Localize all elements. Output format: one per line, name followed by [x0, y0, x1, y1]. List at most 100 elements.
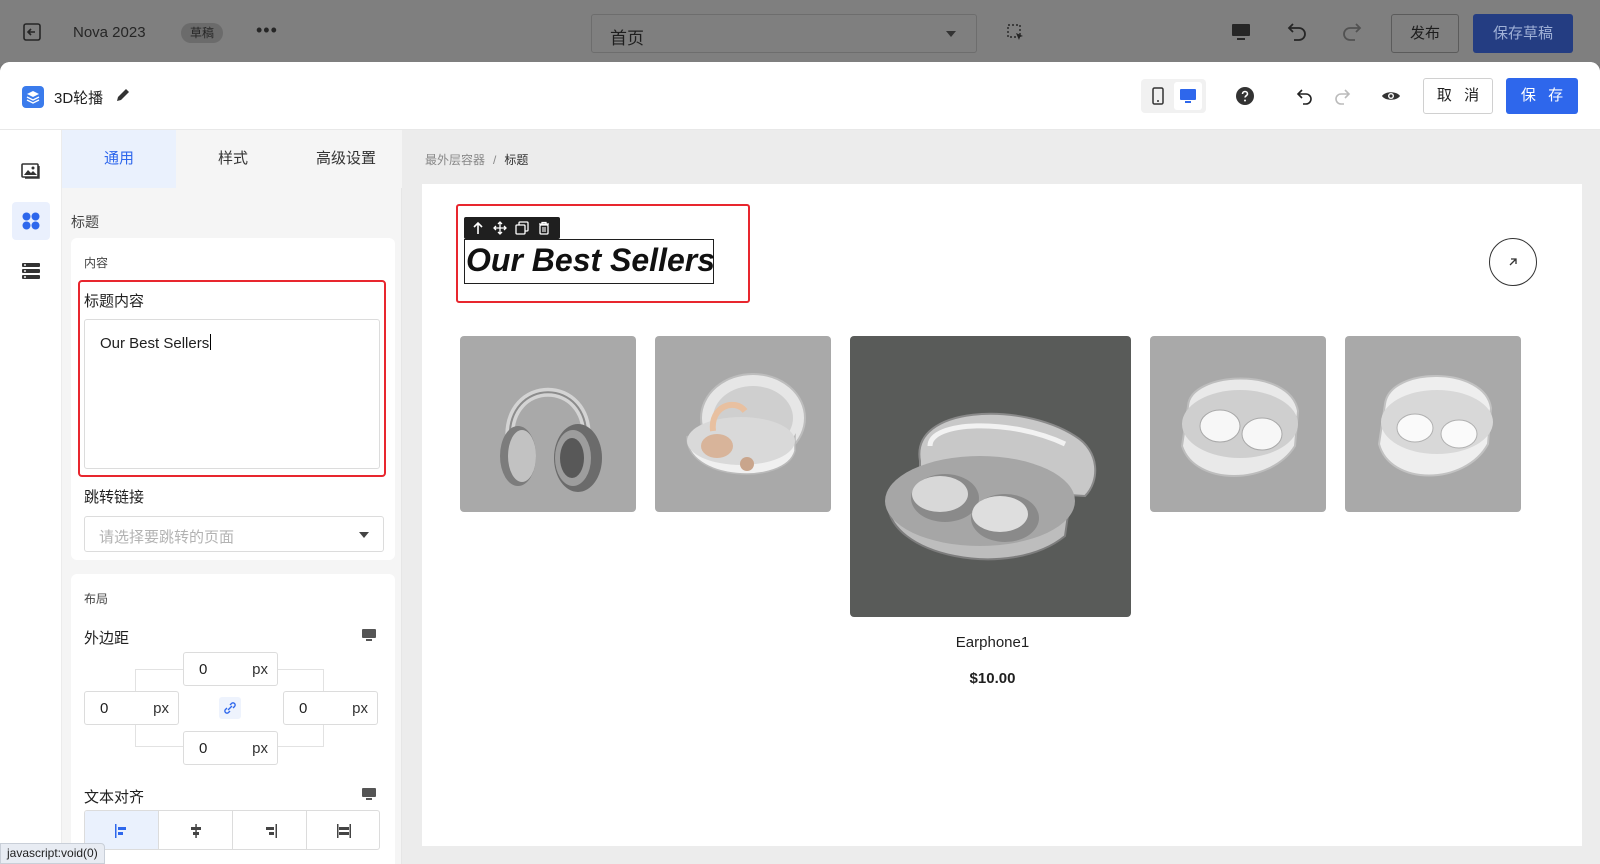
product-card-earbuds-white[interactable] [1150, 336, 1326, 512]
monitor-icon[interactable] [362, 788, 376, 801]
help-icon[interactable] [1236, 87, 1254, 105]
product-card-earbuds-silver[interactable] [1345, 336, 1521, 512]
section-heading[interactable]: Our Best Sellers [466, 242, 715, 279]
rail-item-images[interactable] [12, 152, 50, 190]
preview-eye-icon[interactable] [1381, 87, 1401, 105]
margin-bottom-unit: px [252, 740, 268, 757]
link-margins-icon[interactable] [219, 697, 241, 719]
product-card-earphone1[interactable] [850, 336, 1131, 617]
text-cursor [210, 334, 212, 350]
trash-icon[interactable] [537, 221, 551, 235]
align-justify-icon [337, 824, 351, 838]
chevron-down-icon [359, 532, 369, 538]
exit-icon[interactable] [22, 22, 42, 42]
chevron-down-icon [946, 31, 956, 37]
margin-left-value: 0 [100, 700, 109, 717]
desktop-icon [1180, 89, 1196, 103]
content-card: 内容 标题内容 Our Best Sellers 跳转链接 请选择要跳转的页面 [71, 238, 395, 560]
settings-panel: 通用 样式 高级设置 标题 内容 标题内容 Our Best Sellers 跳… [62, 130, 402, 864]
margin-right-unit: px [352, 700, 368, 717]
component-editor-modal: 3D轮播 取 消 保 存 通用 样式 高级设置 标题 内容 标题内容 Our B… [0, 62, 1600, 864]
align-center-icon [191, 824, 201, 838]
settings-tabs: 通用 样式 高级设置 [62, 130, 402, 188]
margin-label: 外边距 [84, 630, 130, 647]
breadcrumb-parent[interactable]: 最外层容器 [425, 153, 485, 167]
tab-style[interactable]: 样式 [176, 130, 290, 188]
rail-item-components[interactable] [12, 202, 50, 240]
save-draft-button[interactable]: 保存草稿 [1473, 14, 1573, 53]
drag-move-icon[interactable] [493, 221, 507, 235]
move-up-icon[interactable] [471, 221, 485, 235]
arrow-link-button[interactable] [1489, 238, 1537, 286]
copy-icon[interactable] [515, 221, 529, 235]
breadcrumb-current: 标题 [504, 153, 529, 167]
tab-general[interactable]: 通用 [62, 130, 176, 188]
mobile-view-button[interactable] [1144, 82, 1172, 110]
section-title: 标题 [71, 214, 99, 230]
earbuds-case-image [1377, 375, 1493, 477]
list-layers-icon [22, 263, 40, 279]
save-button[interactable]: 保 存 [1506, 78, 1578, 114]
align-left-icon [115, 824, 126, 838]
breadcrumb: 最外层容器 / 标题 [425, 151, 528, 168]
margin-top-value: 0 [199, 661, 208, 678]
breadcrumb-separator: / [493, 153, 497, 167]
edit-pencil-icon[interactable] [115, 87, 131, 103]
title-content-label: 标题内容 [84, 293, 145, 310]
desktop-view-button[interactable] [1174, 82, 1202, 110]
product-card-hearing-case[interactable] [655, 336, 831, 512]
tab-advanced[interactable]: 高级设置 [290, 130, 402, 188]
earphone-case-image [885, 412, 1097, 561]
margin-top-unit: px [252, 661, 268, 678]
arrow-up-right-icon [1509, 258, 1517, 266]
margin-right-input[interactable]: 0 px [283, 691, 378, 725]
publish-button[interactable]: 发布 [1391, 14, 1459, 53]
element-toolbar [464, 217, 560, 239]
page-select-value: 首页 [610, 29, 644, 48]
preview-stage: Our Best Sellers Earphone1 $10.00 [422, 184, 1582, 846]
headphones-image [500, 387, 602, 492]
redo-icon[interactable] [1332, 86, 1352, 106]
page-select[interactable]: 首页 [591, 14, 977, 53]
undo-icon[interactable] [1295, 86, 1315, 106]
monitor-icon[interactable] [1231, 22, 1251, 42]
layout-card-title: 布局 [84, 592, 109, 606]
redo-icon[interactable] [1340, 19, 1364, 43]
preview-canvas: 最外层容器 / 标题 Our Best Sellers Earphone1 $1… [402, 130, 1600, 864]
margin-left-input[interactable]: 0 px [84, 691, 179, 725]
product-price: $10.00 [969, 670, 1016, 687]
status-bar-url: javascript:void(0) [0, 843, 105, 864]
top-bar: Nova 2023 草稿 ••• 首页 发布 保存草稿 [0, 0, 1600, 64]
monitor-icon[interactable] [362, 629, 376, 642]
product-name[interactable]: Earphone1 [852, 634, 1133, 651]
rail-item-layers[interactable] [12, 252, 50, 290]
margin-top-input[interactable]: 0 px [183, 652, 278, 686]
layout-card: 布局 外边距 0 px 0 px 0 px 0 px 文本对齐 [71, 574, 395, 864]
align-justify-button[interactable] [307, 811, 379, 849]
components-icon [22, 212, 40, 230]
title-content-textarea[interactable]: Our Best Sellers [84, 319, 380, 469]
select-element-icon[interactable] [1007, 24, 1025, 42]
title-content-value: Our Best Sellers [100, 335, 210, 352]
align-right-button[interactable] [233, 811, 307, 849]
content-card-title: 内容 [84, 256, 109, 270]
link-select[interactable]: 请选择要跳转的页面 [84, 516, 384, 552]
margin-right-value: 0 [299, 700, 308, 717]
align-center-button[interactable] [159, 811, 233, 849]
modal-header: 3D轮播 取 消 保 存 [0, 62, 1600, 130]
text-align-group [84, 810, 380, 850]
margin-left-unit: px [153, 700, 169, 717]
margin-bottom-input[interactable]: 0 px [183, 731, 278, 765]
more-icon[interactable]: ••• [256, 20, 278, 41]
modal-title: 3D轮播 [54, 90, 104, 107]
margin-bottom-value: 0 [199, 740, 208, 757]
cancel-button[interactable]: 取 消 [1423, 78, 1493, 114]
device-toggle [1141, 79, 1206, 113]
project-name: Nova 2023 [73, 24, 146, 41]
align-right-icon [266, 824, 277, 838]
undo-icon[interactable] [1285, 19, 1309, 43]
mobile-icon [1152, 87, 1164, 105]
product-card-headphones[interactable] [460, 336, 636, 512]
status-badge: 草稿 [181, 23, 224, 43]
earbud-case-image [686, 373, 806, 475]
